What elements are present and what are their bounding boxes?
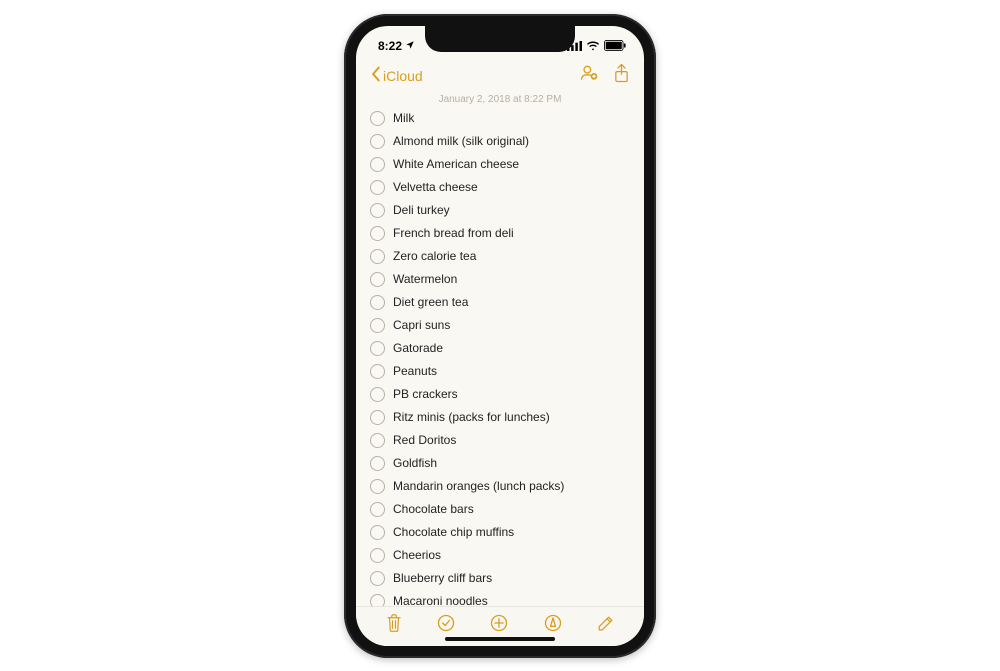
home-indicator[interactable] xyxy=(445,637,555,641)
share-icon[interactable] xyxy=(613,63,630,88)
note-checklist[interactable]: Milk Almond milk (silk original) White Ame… xyxy=(356,107,644,606)
checkbox-circle-icon[interactable] xyxy=(370,272,385,287)
wifi-icon xyxy=(586,41,600,51)
checklist-item-label: Diet green tea xyxy=(393,295,468,309)
back-button[interactable]: iCloud xyxy=(370,66,423,85)
checkbox-circle-icon[interactable] xyxy=(370,249,385,264)
checklist-row[interactable]: Chocolate chip muffins xyxy=(370,521,630,544)
checklist-item-label: Velvetta cheese xyxy=(393,180,478,194)
checkbox-circle-icon[interactable] xyxy=(370,456,385,471)
checklist-item-label: Watermelon xyxy=(393,272,457,286)
compose-icon[interactable] xyxy=(596,614,615,633)
checklist-row[interactable]: Cheerios xyxy=(370,544,630,567)
checklist-item-label: White American cheese xyxy=(393,157,519,171)
checklist-row[interactable]: Almond milk (silk original) xyxy=(370,130,630,153)
checkbox-circle-icon[interactable] xyxy=(370,111,385,126)
checkbox-circle-icon[interactable] xyxy=(370,364,385,379)
checkbox-circle-icon[interactable] xyxy=(370,433,385,448)
checkbox-circle-icon[interactable] xyxy=(370,548,385,563)
checklist-item-label: Capri suns xyxy=(393,318,450,332)
checklist-item-label: Cheerios xyxy=(393,548,441,562)
checkbox-circle-icon[interactable] xyxy=(370,203,385,218)
checklist-row[interactable]: Gatorade xyxy=(370,337,630,360)
battery-icon xyxy=(604,40,626,51)
checklist-row[interactable]: Blueberry cliff bars xyxy=(370,567,630,590)
back-label: iCloud xyxy=(383,68,423,84)
checklist-row[interactable]: French bread from deli xyxy=(370,222,630,245)
checklist-item-label: Mandarin oranges (lunch packs) xyxy=(393,479,564,493)
checklist-item-label: Peanuts xyxy=(393,364,437,378)
checklist-row[interactable]: Goldfish xyxy=(370,452,630,475)
checklist-row[interactable]: Chocolate bars xyxy=(370,498,630,521)
checklist-row[interactable]: Diet green tea xyxy=(370,291,630,314)
checkbox-circle-icon[interactable] xyxy=(370,134,385,149)
checklist-row[interactable]: Mandarin oranges (lunch packs) xyxy=(370,475,630,498)
checkbox-circle-icon[interactable] xyxy=(370,295,385,310)
checklist-row[interactable]: Red Doritos xyxy=(370,429,630,452)
checklist-row[interactable]: Zero calorie tea xyxy=(370,245,630,268)
checklist-row[interactable]: PB crackers xyxy=(370,383,630,406)
checkbox-circle-icon[interactable] xyxy=(370,525,385,540)
checklist-row[interactable]: Velvetta cheese xyxy=(370,176,630,199)
checkbox-circle-icon[interactable] xyxy=(370,502,385,517)
status-time: 8:22 xyxy=(378,39,402,53)
checklist-row[interactable]: Macaroni noodles xyxy=(370,590,630,606)
checklist-item-label: Ritz minis (packs for lunches) xyxy=(393,410,550,424)
checklist-row[interactable]: Deli turkey xyxy=(370,199,630,222)
checkbox-circle-icon[interactable] xyxy=(370,410,385,425)
sketch-icon[interactable] xyxy=(543,613,563,633)
trash-icon[interactable] xyxy=(385,613,403,633)
checkbox-circle-icon[interactable] xyxy=(370,571,385,586)
location-arrow-icon xyxy=(405,39,415,53)
checklist-item-label: Goldfish xyxy=(393,456,437,470)
checklist-item-label: Gatorade xyxy=(393,341,443,355)
checklist-item-label: French bread from deli xyxy=(393,226,514,240)
checklist-item-label: Blueberry cliff bars xyxy=(393,571,492,585)
checklist-item-label: PB crackers xyxy=(393,387,458,401)
checkbox-circle-icon[interactable] xyxy=(370,387,385,402)
checkbox-circle-icon[interactable] xyxy=(370,157,385,172)
add-person-icon[interactable] xyxy=(579,63,599,88)
nav-bar: iCloud xyxy=(356,60,644,92)
checkbox-circle-icon[interactable] xyxy=(370,341,385,356)
checklist-item-label: Milk xyxy=(393,111,414,125)
add-icon[interactable] xyxy=(489,613,509,633)
checklist-row[interactable]: Watermelon xyxy=(370,268,630,291)
notch xyxy=(425,26,575,52)
checklist-row[interactable]: Ritz minis (packs for lunches) xyxy=(370,406,630,429)
checklist-row[interactable]: Peanuts xyxy=(370,360,630,383)
checklist-row[interactable]: Milk xyxy=(370,107,630,130)
checklist-row[interactable]: Capri suns xyxy=(370,314,630,337)
iphone-frame: 8:22 xyxy=(344,14,656,658)
checklist-item-label: Macaroni noodles xyxy=(393,594,488,606)
checklist-item-label: Chocolate chip muffins xyxy=(393,525,514,539)
checklist-item-label: Deli turkey xyxy=(393,203,450,217)
checklist-row[interactable]: White American cheese xyxy=(370,153,630,176)
note-timestamp: January 2, 2018 at 8:22 PM xyxy=(356,94,644,105)
chevron-left-icon xyxy=(370,66,381,85)
checkbox-circle-icon[interactable] xyxy=(370,180,385,195)
checklist-icon[interactable] xyxy=(436,613,456,633)
screen: 8:22 xyxy=(356,26,644,646)
checklist-item-label: Zero calorie tea xyxy=(393,249,476,263)
checkbox-circle-icon[interactable] xyxy=(370,318,385,333)
checklist-item-label: Almond milk (silk original) xyxy=(393,134,529,148)
checkbox-circle-icon[interactable] xyxy=(370,594,385,606)
checkbox-circle-icon[interactable] xyxy=(370,226,385,241)
checklist-item-label: Red Doritos xyxy=(393,433,456,447)
checklist-item-label: Chocolate bars xyxy=(393,502,474,516)
checkbox-circle-icon[interactable] xyxy=(370,479,385,494)
